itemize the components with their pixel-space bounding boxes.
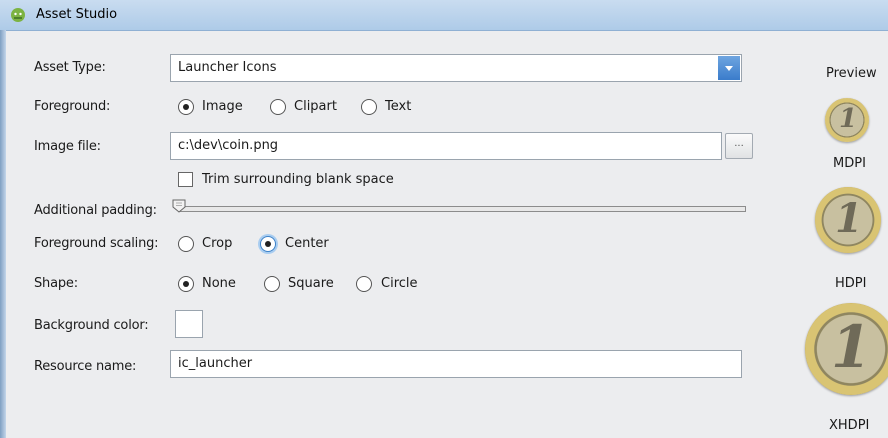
- slider-thumb[interactable]: [172, 199, 186, 213]
- padding-slider[interactable]: [178, 206, 746, 212]
- padding-label: Additional padding:: [34, 203, 157, 218]
- shape-circle-label[interactable]: Circle: [381, 276, 418, 291]
- foreground-image-radio[interactable]: [178, 99, 194, 115]
- hdpi-preview-image: 1: [815, 187, 881, 253]
- foreground-text-radio[interactable]: [361, 99, 377, 115]
- resource-name-value: ic_launcher: [178, 356, 253, 371]
- shape-square-label[interactable]: Square: [288, 276, 334, 291]
- mdpi-preview-image: 1: [825, 98, 869, 142]
- image-file-value: c:\dev\coin.png: [178, 138, 279, 153]
- xhdpi-label: XHDPI: [829, 418, 870, 433]
- foreground-label: Foreground:: [34, 99, 111, 114]
- background-color-label: Background color:: [34, 318, 149, 333]
- scaling-label: Foreground scaling:: [34, 236, 159, 251]
- window-border: [0, 30, 6, 438]
- resource-name-label: Resource name:: [34, 359, 137, 374]
- scaling-center-radio[interactable]: [260, 236, 276, 252]
- shape-none-radio[interactable]: [178, 276, 194, 292]
- window-title: Asset Studio: [36, 7, 118, 22]
- background-color-swatch[interactable]: [175, 310, 203, 338]
- chevron-down-icon[interactable]: [718, 56, 740, 80]
- foreground-clipart-label[interactable]: Clipart: [294, 99, 337, 114]
- mdpi-label: MDPI: [833, 156, 866, 171]
- asset-studio-window: Asset Studio Asset Type: Launcher Icons …: [0, 0, 888, 438]
- scaling-center-label[interactable]: Center: [285, 236, 329, 251]
- image-file-label: Image file:: [34, 139, 101, 154]
- trim-label[interactable]: Trim surrounding blank space: [202, 172, 394, 187]
- preview-title: Preview: [826, 66, 877, 81]
- shape-square-radio[interactable]: [264, 276, 280, 292]
- coin-numeral: 1: [835, 195, 863, 242]
- foreground-image-label[interactable]: Image: [202, 99, 243, 114]
- coin-numeral: 1: [831, 313, 872, 381]
- image-file-input[interactable]: c:\dev\coin.png: [170, 132, 722, 160]
- shape-none-label[interactable]: None: [202, 276, 236, 291]
- shape-circle-radio[interactable]: [356, 276, 372, 292]
- asset-type-value: Launcher Icons: [178, 60, 277, 75]
- scaling-crop-radio[interactable]: [178, 236, 194, 252]
- browse-button[interactable]: ...: [725, 133, 753, 159]
- asset-type-dropdown[interactable]: Launcher Icons: [170, 54, 742, 82]
- resource-name-input[interactable]: ic_launcher: [170, 350, 742, 378]
- foreground-clipart-radio[interactable]: [270, 99, 286, 115]
- shape-label: Shape:: [34, 276, 78, 291]
- title-bar: Asset Studio: [0, 0, 888, 31]
- asset-type-label: Asset Type:: [34, 60, 106, 75]
- hdpi-label: HDPI: [835, 276, 867, 291]
- coin-numeral: 1: [839, 104, 858, 134]
- foreground-text-label[interactable]: Text: [385, 99, 411, 114]
- scaling-crop-label[interactable]: Crop: [202, 236, 232, 251]
- trim-checkbox[interactable]: [178, 172, 193, 187]
- xhdpi-preview-image: 1: [805, 303, 888, 395]
- android-studio-icon: [11, 8, 25, 22]
